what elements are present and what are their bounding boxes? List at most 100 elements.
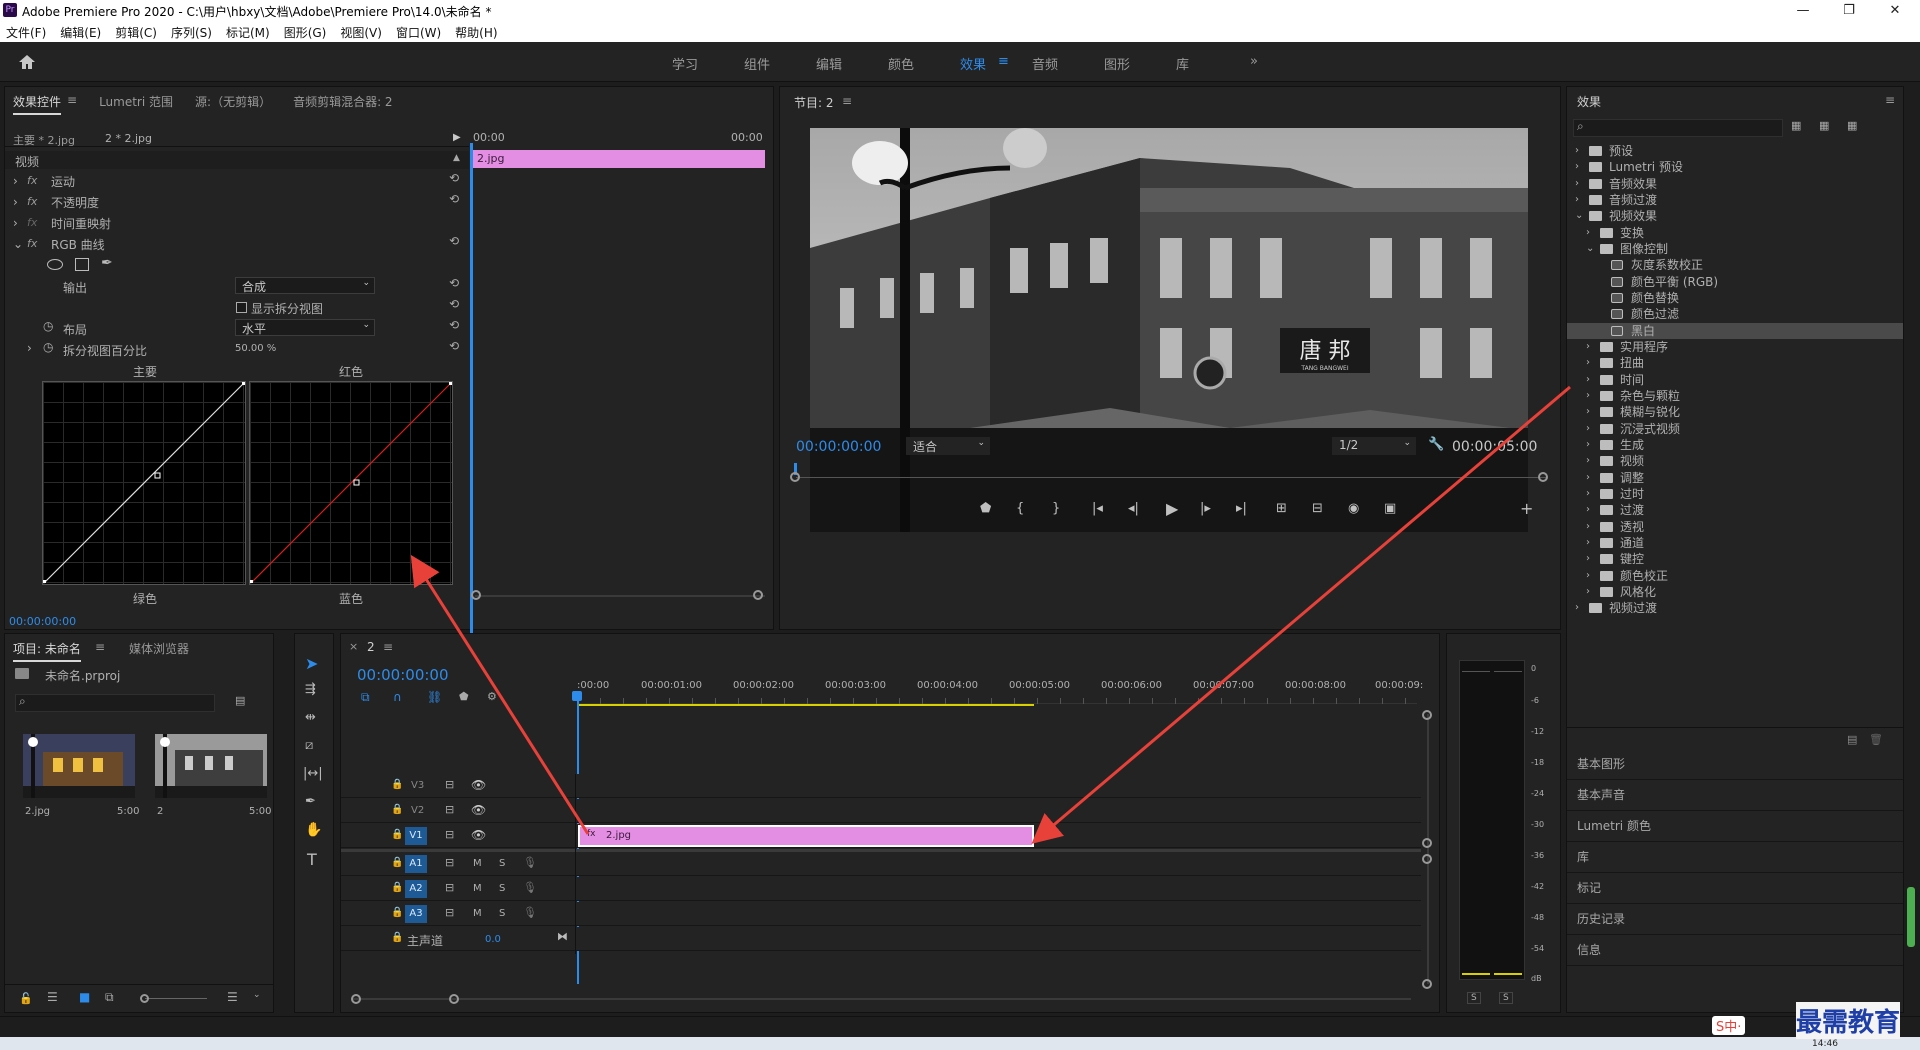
timeline-horizontal-scrollbar[interactable] [353,998,1411,1000]
go-to-out-icon[interactable]: ▸| [1236,501,1247,516]
chevron-right-icon[interactable]: › [1575,176,1579,192]
effects-tree-item[interactable]: › 预设 [1567,143,1903,159]
effects-tree-item[interactable]: › 颜色校正 [1567,568,1903,584]
play-clip-icon[interactable]: ▶ [453,132,461,143]
sync-lock-icon[interactable]: ⊟ [445,856,454,869]
effects-tree-item[interactable]: › 调整 [1567,470,1903,486]
type-tool-icon[interactable]: T [307,850,317,869]
icon-view-icon[interactable]: ■ [79,990,90,1004]
lock-icon[interactable]: 🔒 [391,932,403,943]
rectangle-mask-icon[interactable] [75,258,89,271]
close-button[interactable]: ✕ [1872,0,1918,22]
layout-dropdown[interactable]: 水平 ⌄ [235,319,375,336]
vscroll-handle[interactable] [1422,979,1432,989]
work-area-bar[interactable] [577,704,1034,706]
mute-button[interactable]: M [473,908,482,919]
eye-icon[interactable]: 👁 [471,778,486,792]
sort-icon[interactable]: ☰ [227,990,238,1004]
mic-icon[interactable]: 🎙 [523,881,537,894]
track-v2[interactable] [341,799,1421,823]
chevron-down-icon[interactable]: ⌄ [1575,208,1583,224]
play-icon[interactable]: ▶ [1166,499,1178,518]
program-menu-icon[interactable]: ≡ [842,94,852,108]
menu-sequence[interactable]: 序列(S) [171,24,212,41]
workspace-menu-icon[interactable]: ≡ [998,54,1009,69]
tab-audio-clip-mixer[interactable]: 音频剪辑混合器: 2 [293,93,393,115]
selection-tool-icon[interactable]: ➤ [305,654,318,673]
effects-tree-item[interactable]: ⌄ 视频效果 [1567,208,1903,224]
lock-icon[interactable]: 🔒 [391,779,403,790]
chevron-right-icon[interactable]: › [1586,453,1590,469]
red-curve-graph[interactable] [249,381,453,585]
zoom-handle-left[interactable] [471,590,481,600]
fx-opacity-icon[interactable]: fx [27,195,37,208]
effects-tree-item[interactable]: › 扭曲 [1567,355,1903,371]
side-scroll-indicator[interactable] [1907,887,1915,947]
expand-motion-icon[interactable]: › [13,174,18,188]
new-bin-icon[interactable]: ▤ [235,694,245,707]
effects-tree-item[interactable]: › 杂色与颗粒 [1567,388,1903,404]
effects-tree-item[interactable]: › 生成 [1567,437,1903,453]
thumbnail-size-slider[interactable] [145,998,207,999]
chevron-right-icon[interactable]: › [1586,355,1590,371]
chevron-right-icon[interactable]: › [1575,159,1579,175]
chevron-right-icon[interactable]: › [1586,535,1590,551]
timeline-tab[interactable]: 2 [367,640,375,654]
project-item-thumb-sequence[interactable] [155,734,267,798]
tab-lumetri-scopes[interactable]: Lumetri 范围 [99,93,173,115]
mini-clip-bar[interactable]: 2.jpg [473,150,765,168]
effects-menu-icon[interactable]: ≡ [1885,93,1895,107]
timeline-close-icon[interactable]: × [349,640,358,653]
fit-dropdown[interactable]: 适合 ⌄ [906,437,990,455]
chevron-right-icon[interactable]: › [1586,551,1590,567]
menu-window[interactable]: 窗口(W) [396,24,441,41]
sync-lock-icon[interactable]: ⊟ [445,803,454,816]
fx-motion-icon[interactable]: fx [27,174,37,187]
scrub-handle-right[interactable] [1538,472,1548,482]
project-search-input[interactable] [15,694,215,712]
pen-tool-icon[interactable]: ✒ [305,794,316,809]
go-to-end-icon[interactable]: ⧓ [557,930,568,943]
lock-icon[interactable]: 🔒 [391,829,403,840]
list-view-icon[interactable]: ☰ [47,990,58,1004]
export-frame-icon[interactable]: ◉ [1348,501,1359,516]
tab-source[interactable]: 源:（无剪辑） [195,93,271,115]
workspace-tab-assembly[interactable]: 组件 [744,54,770,73]
step-forward-icon[interactable]: |▸ [1200,501,1211,516]
nest-icon[interactable]: ⧉ [361,690,370,705]
mute-button[interactable]: M [473,858,482,869]
lock-icon[interactable]: 🔒 [391,907,403,918]
stopwatch-layout-icon[interactable]: ◷ [43,319,53,333]
chevron-right-icon[interactable]: › [1575,600,1579,616]
project-item-thumb-color[interactable] [23,734,135,798]
effects-tree-item[interactable]: › Lumetri 预设 [1567,159,1903,175]
program-title[interactable]: 节目: 2 [794,94,834,111]
eye-icon[interactable]: 👁 [471,803,486,817]
sync-lock-icon[interactable]: ⊟ [445,778,454,791]
expand-opacity-icon[interactable]: › [13,195,18,209]
chevron-right-icon[interactable]: › [1586,470,1590,486]
chevron-right-icon[interactable]: › [1586,421,1590,437]
chevron-right-icon[interactable]: › [1586,339,1590,355]
extract-icon[interactable]: ⊟ [1312,501,1323,516]
meter-solo-button[interactable]: S [1499,992,1513,1004]
master-track-value[interactable]: 0.0 [485,934,501,945]
chevron-right-icon[interactable]: › [1586,437,1590,453]
chevron-right-icon[interactable]: › [1575,192,1579,208]
timeline-vertical-scrollbar[interactable] [1427,714,1429,984]
mic-icon[interactable]: 🎙 [523,856,537,869]
track-label-v2[interactable]: V2 [411,805,424,816]
comparison-view-icon[interactable]: ▣ [1384,501,1396,516]
expand-time-remap-icon[interactable]: › [13,216,18,230]
scroll-handle-right[interactable] [449,994,459,1004]
split-view-checkbox[interactable] [236,302,247,313]
reset-split-view-icon[interactable]: ⟲ [449,297,459,311]
maximize-button[interactable]: ❐ [1826,0,1872,22]
lift-icon[interactable]: ⊞ [1276,501,1287,516]
collapse-rgb-curves-icon[interactable]: ⌄ [13,237,23,251]
meter-solo-button[interactable]: S [1467,992,1481,1004]
delete-icon[interactable]: 🗑 [1869,733,1883,746]
sync-lock-icon[interactable]: ⊟ [445,828,454,841]
track-label-v1[interactable]: V1 [405,827,427,845]
eye-icon[interactable]: 👁 [471,828,486,842]
